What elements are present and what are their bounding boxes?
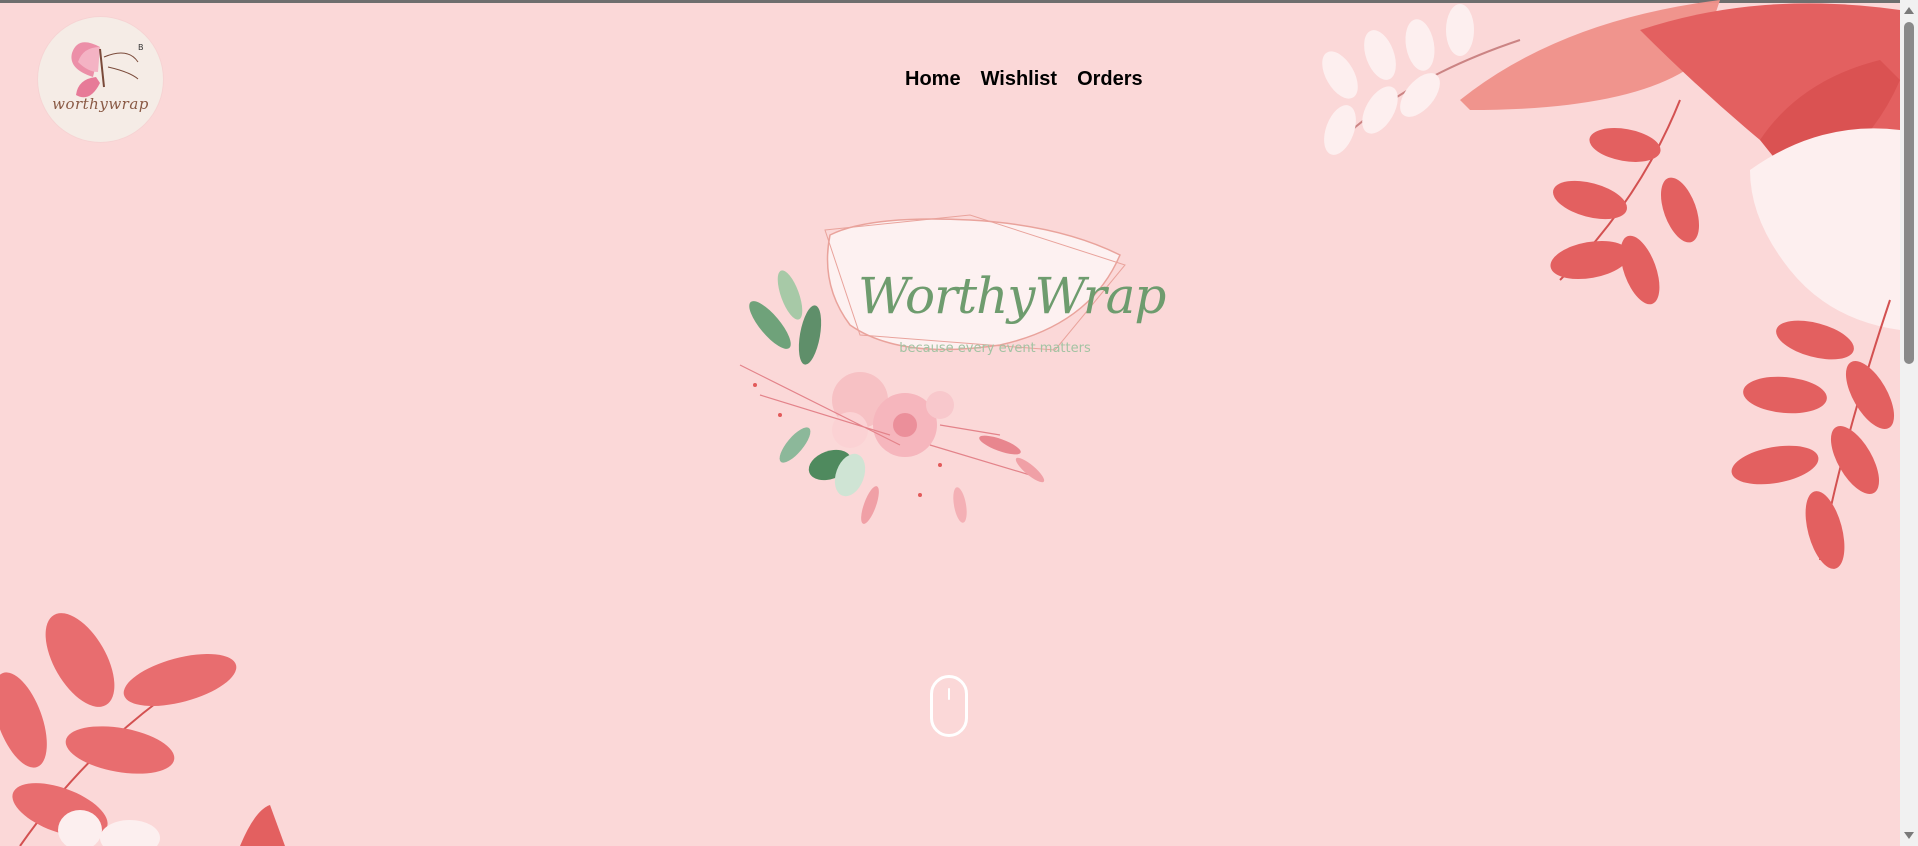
page: B worthywrap Home Wishlist Orders Worthy… bbox=[0, 0, 1918, 846]
main-nav: Home Wishlist Orders bbox=[905, 68, 1143, 91]
nav-wishlist[interactable]: Wishlist bbox=[981, 68, 1058, 91]
scrollbar-thumb[interactable] bbox=[1904, 22, 1914, 364]
scroll-up-arrow-icon[interactable] bbox=[1904, 7, 1914, 14]
browser-top-edge bbox=[0, 0, 1918, 3]
scroll-down-arrow-icon[interactable] bbox=[1904, 832, 1914, 839]
mouse-wheel bbox=[948, 688, 950, 700]
hero-tagline: because every event matters bbox=[899, 341, 1091, 356]
mouse-scroll-icon[interactable] bbox=[930, 675, 968, 737]
svg-text:B: B bbox=[138, 43, 144, 52]
nav-home[interactable]: Home bbox=[905, 68, 961, 91]
floral-emblem-illustration bbox=[739, 214, 1126, 524]
hero-emblem: WorthyWrap because every event matters bbox=[700, 175, 1200, 675]
hero-title: WorthyWrap bbox=[858, 267, 1166, 325]
vertical-scrollbar[interactable] bbox=[1900, 0, 1918, 846]
nav-orders[interactable]: Orders bbox=[1077, 68, 1143, 91]
logo-wordmark: worthywrap bbox=[52, 95, 149, 113]
butterfly-icon: B bbox=[71, 42, 144, 98]
logo-badge[interactable]: B worthywrap bbox=[38, 17, 163, 142]
